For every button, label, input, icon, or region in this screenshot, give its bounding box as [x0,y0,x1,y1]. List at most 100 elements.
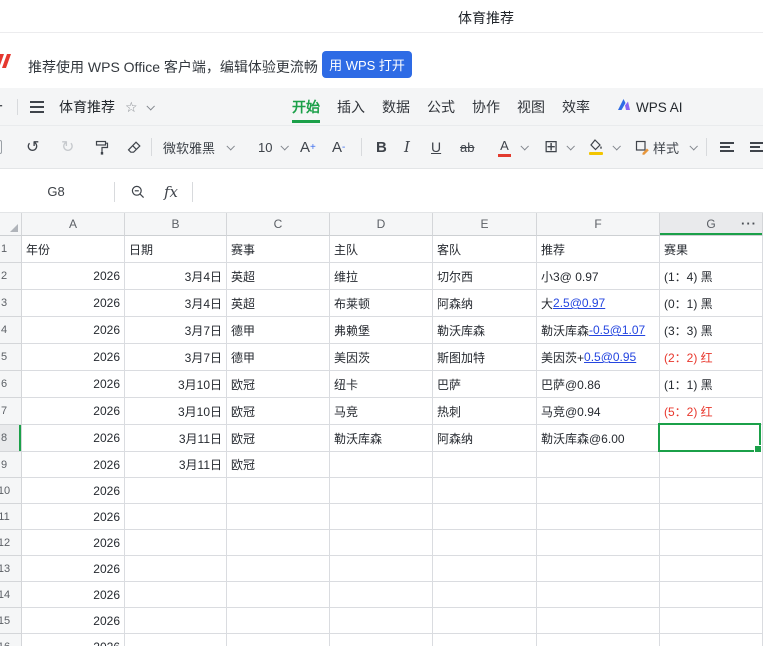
cell-F16[interactable] [537,634,660,646]
clear-format-eraser-button[interactable] [127,126,142,168]
cell-E13[interactable] [433,556,537,582]
cell-B10[interactable] [125,478,227,504]
cell-C5[interactable]: 德甲 [227,344,330,371]
cell-A14[interactable]: 2026 [22,582,125,608]
cell-F12[interactable] [537,530,660,556]
font-size-select[interactable]: 10 [258,126,272,168]
cell-D6[interactable]: 纽卡 [330,371,433,398]
cell-B6[interactable]: 3月10日 [125,371,227,398]
row-header-8[interactable]: 8 [0,425,22,452]
cell-A12[interactable]: 2026 [22,530,125,556]
cell-A2[interactable]: 2026 [22,263,125,290]
tab-insert[interactable]: 插入 [337,88,365,126]
cell-A9[interactable]: 2026 [22,452,125,478]
cell-E1[interactable]: 客队 [433,236,537,263]
cell-D5[interactable]: 美因茨 [330,344,433,371]
cell-G13[interactable] [660,556,763,582]
cell-F2[interactable]: 小3@ 0.97 [537,263,660,290]
column-header-b[interactable]: B [125,213,227,236]
strikethrough-button[interactable]: ab [460,126,474,168]
cell-E16[interactable] [433,634,537,646]
cell-C15[interactable] [227,608,330,634]
cell-A3[interactable]: 2026 [22,290,125,317]
cell-A16[interactable]: 2026 [22,634,125,646]
cell-D1[interactable]: 主队 [330,236,433,263]
cell-B8[interactable]: 3月11日 [125,425,227,452]
cell-D3[interactable]: 布莱顿 [330,290,433,317]
row-header-7[interactable]: 7 [0,398,22,425]
cell-G10[interactable] [660,478,763,504]
cell-G9[interactable] [660,452,763,478]
decrease-font-button[interactable]: A- [332,126,345,168]
cell-G8[interactable] [660,425,763,452]
row-header-6[interactable]: 6 [0,371,22,398]
redo-button[interactable]: ↻ [61,126,74,168]
cell-C7[interactable]: 欧冠 [227,398,330,425]
formula-input[interactable] [200,169,763,214]
cell-E14[interactable] [433,582,537,608]
row-header-10[interactable]: 10 [0,478,22,504]
font-color-button[interactable]: A [498,126,511,168]
cell-A5[interactable]: 2026 [22,344,125,371]
cell-C3[interactable]: 英超 [227,290,330,317]
align-center-button[interactable] [750,126,763,168]
cell-G7[interactable]: (5：2) 红 [660,398,763,425]
cell-D12[interactable] [330,530,433,556]
font-name-select[interactable]: 微软雅黑 [163,126,215,168]
cell-G15[interactable] [660,608,763,634]
cell-F1[interactable]: 推荐 [537,236,660,263]
cell-A11[interactable]: 2026 [22,504,125,530]
cell-D8[interactable]: 勒沃库森 [330,425,433,452]
cell-B7[interactable]: 3月10日 [125,398,227,425]
row-header-15[interactable]: 15 [0,608,22,634]
cell-G1[interactable]: 赛果 [660,236,763,263]
wps-ai-button[interactable]: WPS AI [617,88,683,126]
undo-button[interactable]: ↺ [26,126,39,168]
odds-link[interactable]: 2.5@0.97 [553,296,605,310]
row-header-13[interactable]: 13 [0,556,22,582]
cell-B11[interactable] [125,504,227,530]
cell-F10[interactable] [537,478,660,504]
cell-D15[interactable] [330,608,433,634]
row-header-4[interactable]: 4 [0,317,22,344]
fx-insert-function-button[interactable]: fx [164,169,178,214]
cell-B1[interactable]: 日期 [125,236,227,263]
column-header-c[interactable]: C [227,213,330,236]
cell-E15[interactable] [433,608,537,634]
cell-D9[interactable] [330,452,433,478]
cell-C16[interactable] [227,634,330,646]
cell-E10[interactable] [433,478,537,504]
cell-A4[interactable]: 2026 [22,317,125,344]
cell-F15[interactable] [537,608,660,634]
open-in-wps-button[interactable]: 用 WPS 打开 [322,51,412,78]
cell-D2[interactable]: 维拉 [330,263,433,290]
zoom-search-icon[interactable] [130,169,146,214]
cell-C9[interactable]: 欧冠 [227,452,330,478]
bold-button[interactable]: B [376,126,387,168]
cell-F3[interactable]: 大 2.5@0.97 [537,290,660,317]
cell-A1[interactable]: 年份 [22,236,125,263]
odds-link[interactable]: -0.5@1.07 [589,323,645,337]
more-columns-button[interactable]: ··· [741,216,757,231]
row-header-12[interactable]: 12 [0,530,22,556]
cell-style-button[interactable]: 样式 [653,126,679,168]
cell-B3[interactable]: 3月4日 [125,290,227,317]
cell-A13[interactable]: 2026 [22,556,125,582]
cell-F9[interactable] [537,452,660,478]
cell-D4[interactable]: 弗赖堡 [330,317,433,344]
cell-E8[interactable]: 阿森纳 [433,425,537,452]
cell-G16[interactable] [660,634,763,646]
cell-G11[interactable] [660,504,763,530]
italic-button[interactable]: I [404,126,410,168]
document-name[interactable]: 体育推荐 [59,88,115,126]
cell-F13[interactable] [537,556,660,582]
format-painter-button[interactable] [94,126,109,168]
tab-collaborate[interactable]: 协作 [472,88,500,126]
cell-E2[interactable]: 切尔西 [433,263,537,290]
cell-B2[interactable]: 3月4日 [125,263,227,290]
tab-home[interactable]: 开始 [292,88,320,126]
row-header-2[interactable]: 2 [0,263,22,290]
cell-C13[interactable] [227,556,330,582]
column-header-a[interactable]: A [22,213,125,236]
cell-B16[interactable] [125,634,227,646]
